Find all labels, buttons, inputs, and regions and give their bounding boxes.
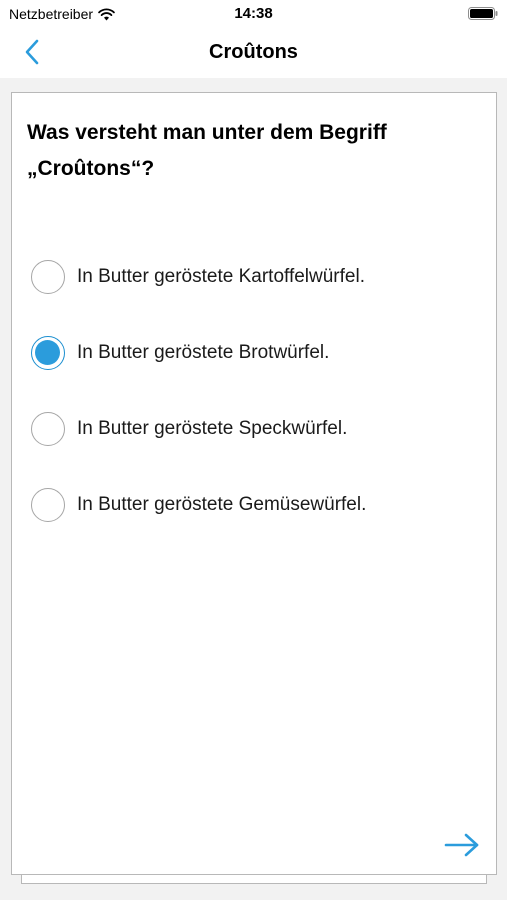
next-button[interactable] [442, 832, 482, 862]
radio-button[interactable] [31, 488, 65, 522]
status-bar: Netzbetreiber 14:38 [0, 0, 507, 30]
page-title: Croûtons [209, 41, 298, 63]
status-time: 14:38 [234, 5, 273, 22]
question-text: Was versteht man unter dem Begriff „Croû… [27, 121, 387, 180]
answer-option[interactable]: In Butter geröstete Brotwürfel. [31, 335, 471, 371]
answer-options: In Butter geröstete Kartoffelwürfel. In … [31, 259, 471, 563]
answer-label: In Butter geröstete Brotwürfel. [77, 342, 330, 363]
answer-option[interactable]: In Butter geröstete Kartoffelwürfel. [31, 259, 471, 295]
answer-label: In Butter geröstete Gemüsewürfel. [77, 494, 367, 515]
answer-option[interactable]: In Butter geröstete Gemüsewürfel. [31, 487, 471, 523]
radio-button[interactable] [31, 260, 65, 294]
radio-button-selected[interactable] [31, 336, 65, 370]
answer-option[interactable]: In Butter geröstete Speckwürfel. [31, 411, 471, 447]
question-card: Was versteht man unter dem Begriff „Croû… [11, 92, 497, 875]
navigation-bar: Croûtons [0, 30, 507, 78]
battery-icon [468, 7, 498, 20]
answer-label: In Butter geröstete Speckwürfel. [77, 418, 348, 439]
answer-label: In Butter geröstete Kartoffelwürfel. [77, 266, 365, 287]
arrow-right-icon [444, 833, 480, 862]
radio-button[interactable] [31, 412, 65, 446]
